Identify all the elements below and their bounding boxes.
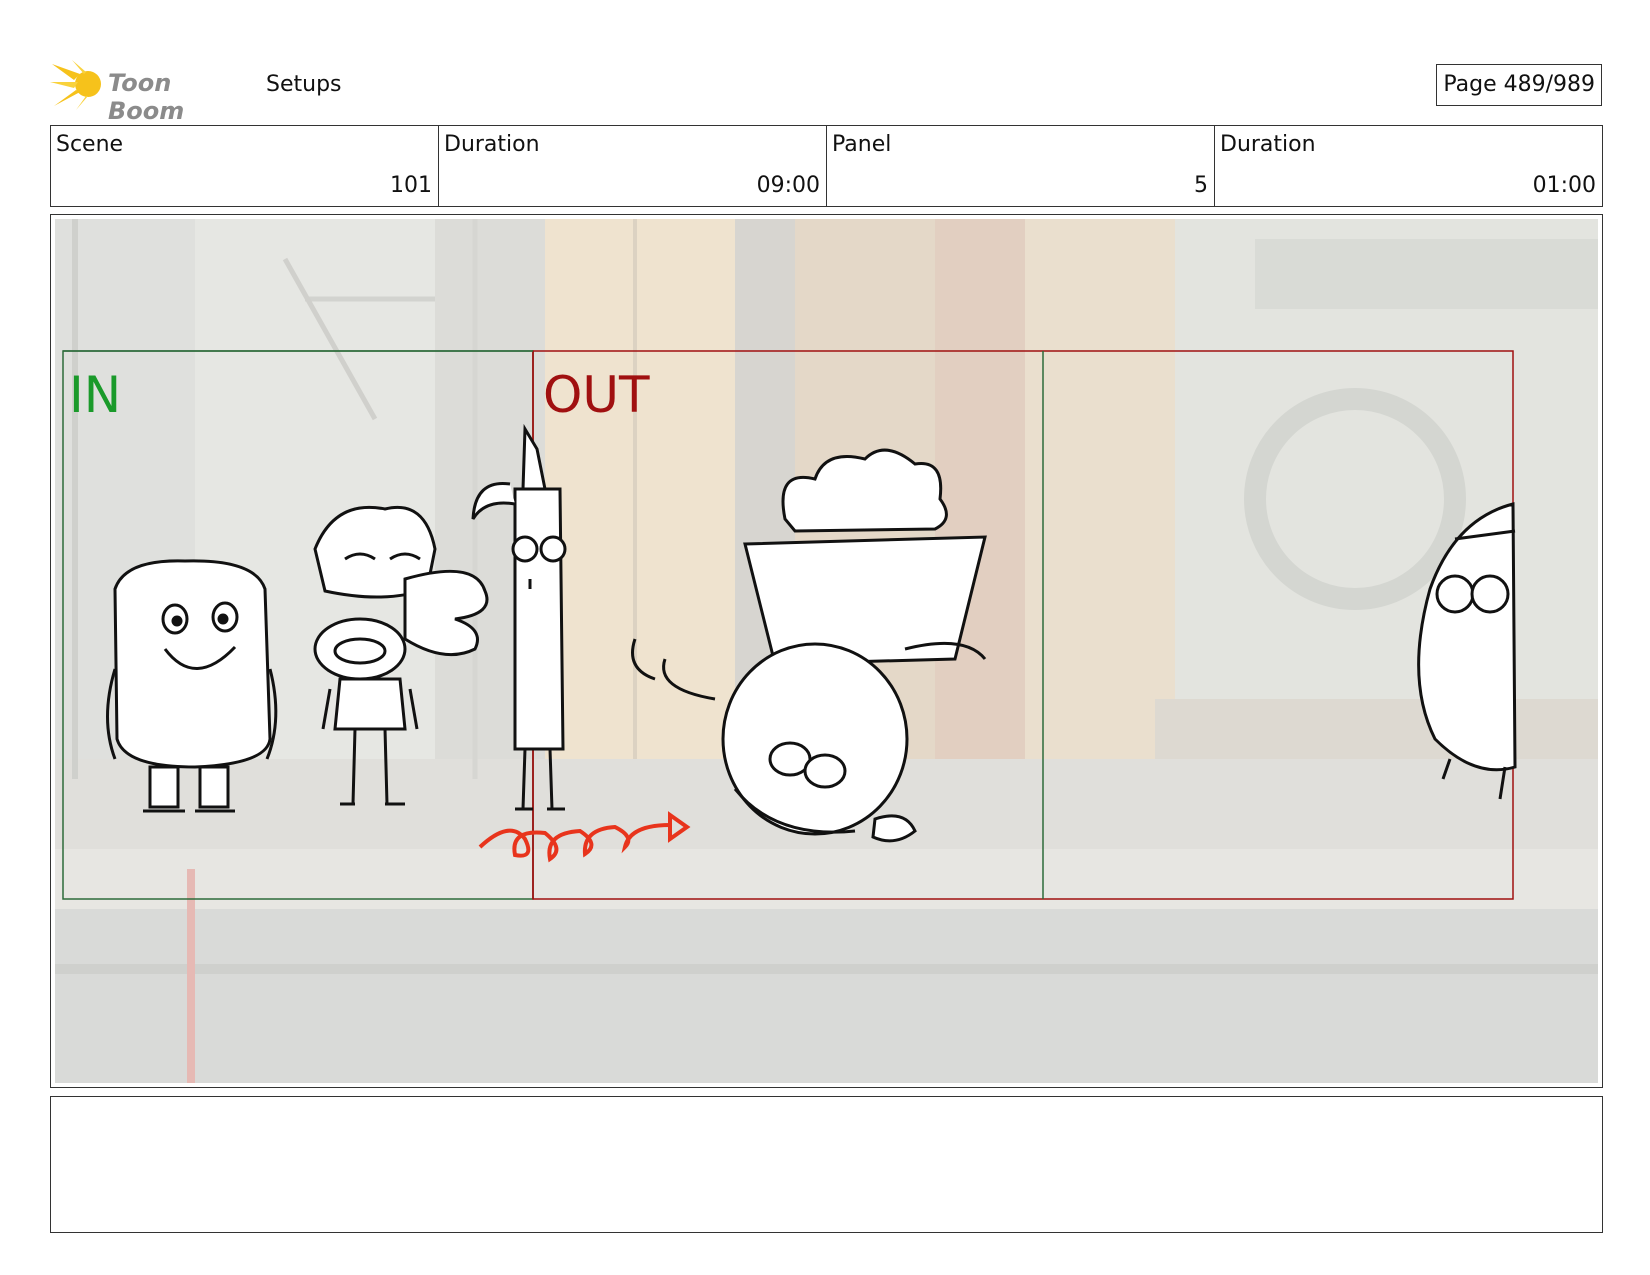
panel-notes-box <box>50 1096 1603 1233</box>
toon-boom-logo: Toon Boom <box>50 60 250 125</box>
scene-cell: Scene 101 <box>51 126 439 206</box>
panel-duration-cell: Duration 01:00 <box>1215 126 1602 206</box>
scene-duration-value: 09:00 <box>756 173 820 198</box>
logo-wordmark: Toon Boom <box>108 69 185 125</box>
scene-value: 101 <box>390 173 432 198</box>
panel-artwork: IN OUT <box>55 219 1598 1083</box>
panel-label: Panel <box>832 132 892 157</box>
page-header: Toon Boom Setups Page 489/989 <box>50 60 1602 125</box>
scene-label: Scene <box>56 132 124 157</box>
panel-cell: Panel 5 <box>827 126 1215 206</box>
storyboard-panel: IN OUT <box>50 214 1603 1088</box>
out-frame-label: OUT <box>543 366 650 424</box>
document-title: Setups <box>266 72 342 97</box>
panel-value: 5 <box>1194 173 1208 198</box>
page-number: Page 489/989 <box>1436 64 1602 106</box>
panel-duration-label: Duration <box>1220 132 1316 157</box>
scene-duration-label: Duration <box>444 132 540 157</box>
logo-star-icon <box>50 60 101 110</box>
scene-duration-cell: Duration 09:00 <box>439 126 827 206</box>
panel-duration-value: 01:00 <box>1532 173 1596 198</box>
in-frame-label: IN <box>69 366 121 424</box>
panel-info-table: Scene 101 Duration 09:00 Panel 5 Duratio… <box>50 125 1603 207</box>
